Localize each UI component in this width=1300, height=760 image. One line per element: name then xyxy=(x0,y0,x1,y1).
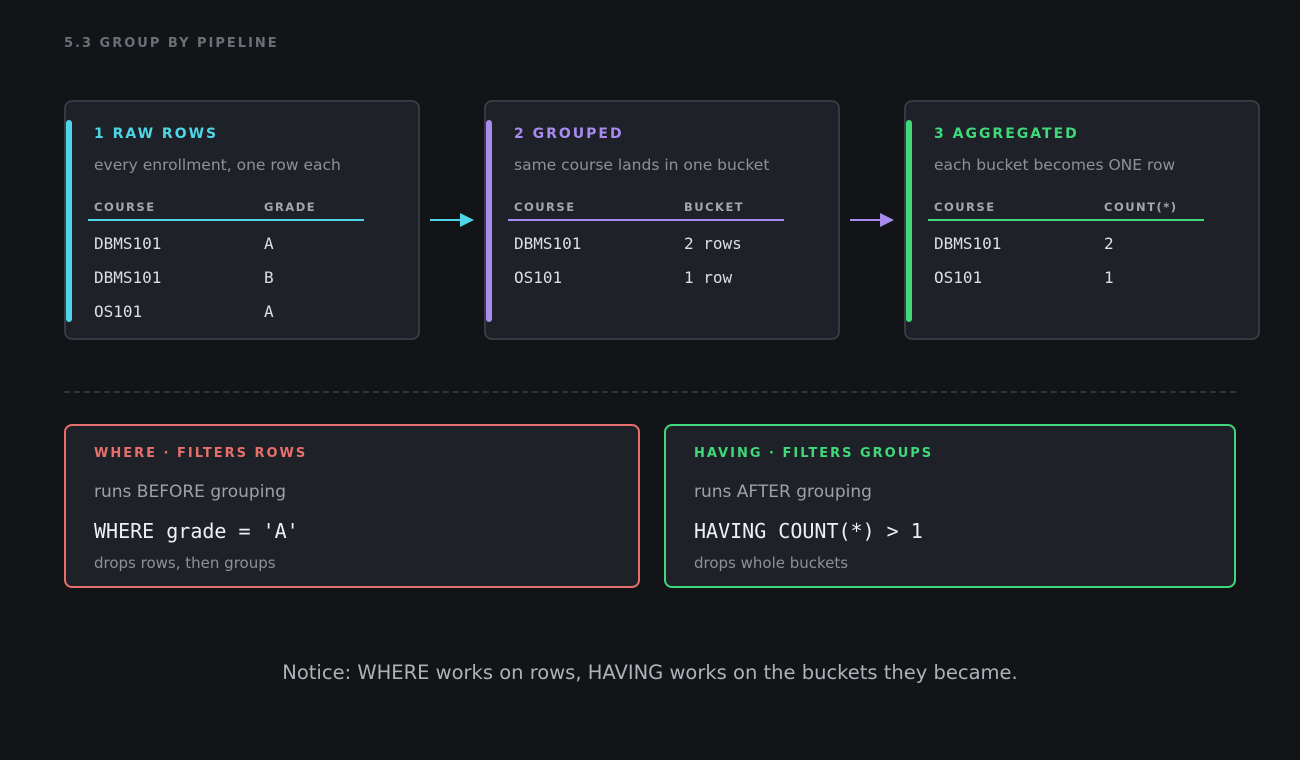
cell-bucket: 2 rows xyxy=(684,234,742,253)
having-card: HAVING · FILTERS GROUPS runs AFTER group… xyxy=(664,424,1236,588)
cell-course: DBMS101 xyxy=(94,268,162,287)
stage-accent-bar xyxy=(486,120,492,322)
cell-grade: A xyxy=(264,234,274,253)
cell-course: OS101 xyxy=(934,268,983,287)
stage-accent-bar xyxy=(66,120,72,322)
cell-course: DBMS101 xyxy=(514,234,582,253)
where-subtitle: runs BEFORE grouping xyxy=(94,482,286,502)
column-header-course: COURSE xyxy=(94,200,156,214)
stage-title: 2 GROUPED xyxy=(514,126,624,142)
arrow-right-icon xyxy=(430,213,474,227)
stage-subtitle: each bucket becomes ONE row xyxy=(934,156,1176,174)
column-header-course: COURSE xyxy=(514,200,576,214)
having-code: HAVING COUNT(*) > 1 xyxy=(694,519,923,543)
header-rule xyxy=(508,219,784,221)
stage-aggregated: 3 AGGREGATED each bucket becomes ONE row… xyxy=(904,100,1260,340)
where-note: drops rows, then groups xyxy=(94,554,276,572)
dashed-divider xyxy=(64,391,1236,393)
section-label: 5.3 GROUP BY PIPELINE xyxy=(64,36,279,51)
notice-caption: Notice: WHERE works on rows, HAVING work… xyxy=(282,661,1018,684)
column-header-course: COURSE xyxy=(934,200,996,214)
stage-title: 1 RAW ROWS xyxy=(94,126,219,142)
column-header-count: COUNT(*) xyxy=(1104,200,1178,214)
stage-subtitle: same course lands in one bucket xyxy=(514,156,770,174)
having-note: drops whole buckets xyxy=(694,554,849,572)
where-code: WHERE grade = 'A' xyxy=(94,519,299,543)
cell-grade: A xyxy=(264,302,274,321)
cell-course: OS101 xyxy=(514,268,563,287)
stage-grouped: 2 GROUPED same course lands in one bucke… xyxy=(484,100,840,340)
stage-subtitle: every enrollment, one row each xyxy=(94,156,341,174)
cell-grade: B xyxy=(264,268,274,287)
cell-course: DBMS101 xyxy=(94,234,162,253)
column-header-bucket: BUCKET xyxy=(684,200,745,214)
where-card: WHERE · FILTERS ROWS runs BEFORE groupin… xyxy=(64,424,640,588)
cell-bucket: 1 row xyxy=(684,268,733,287)
where-title: WHERE · FILTERS ROWS xyxy=(94,446,308,461)
header-rule xyxy=(88,219,364,221)
cell-course: OS101 xyxy=(94,302,143,321)
cell-course: DBMS101 xyxy=(934,234,1002,253)
header-rule xyxy=(928,219,1204,221)
column-header-grade: GRADE xyxy=(264,200,317,214)
stage-accent-bar xyxy=(906,120,912,322)
stage-raw-rows: 1 RAW ROWS every enrollment, one row eac… xyxy=(64,100,420,340)
arrow-right-icon xyxy=(850,213,894,227)
having-subtitle: runs AFTER grouping xyxy=(694,482,872,502)
cell-count: 2 xyxy=(1104,234,1114,253)
cell-count: 1 xyxy=(1104,268,1114,287)
stage-title: 3 AGGREGATED xyxy=(934,126,1079,142)
having-title: HAVING · FILTERS GROUPS xyxy=(694,446,934,461)
